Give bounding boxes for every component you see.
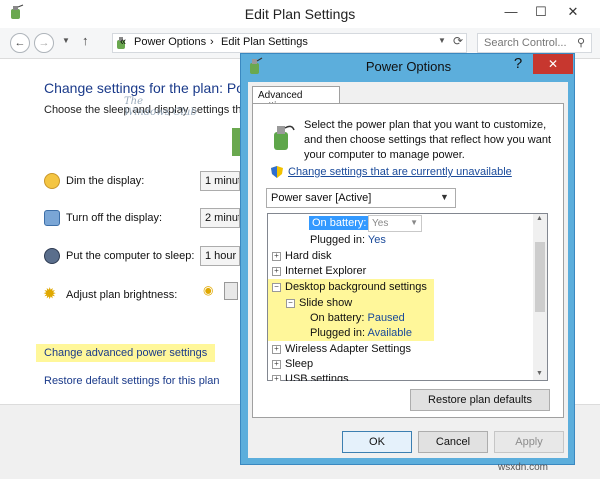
- tree-on-battery-label-selected[interactable]: On battery:: [309, 216, 370, 230]
- page-title: Change settings for the plan: Po: [44, 80, 245, 96]
- tree-item-usb[interactable]: + USB settings: [272, 373, 349, 381]
- watermark-line-1: The: [124, 96, 144, 107]
- collapse-minus-icon[interactable]: −: [272, 282, 281, 292]
- search-icon[interactable]: ⚲: [577, 36, 585, 49]
- sleep-moon-icon: [44, 248, 60, 264]
- display-off-icon: [44, 210, 60, 226]
- restore-default-settings-link[interactable]: Restore default settings for this plan: [44, 375, 219, 387]
- restore-plan-defaults-button[interactable]: Restore plan defaults: [410, 389, 550, 411]
- brightness-low-icon: ◉: [203, 283, 214, 297]
- on-battery-dropdown-value: Yes: [372, 218, 389, 229]
- tree-item-internet-explorer-label: Internet Explorer: [285, 265, 367, 277]
- turn-off-display-label: Turn off the display:: [66, 212, 162, 224]
- expand-plus-icon[interactable]: +: [272, 359, 281, 369]
- collapse-minus-icon[interactable]: −: [286, 298, 295, 308]
- tree-item-wireless-adapter-label: Wireless Adapter Settings: [285, 343, 411, 355]
- expand-plus-icon[interactable]: +: [272, 344, 281, 354]
- brightness-label: Adjust plan brightness:: [66, 289, 178, 301]
- recent-pages-chevron-icon[interactable]: ▼: [62, 36, 70, 45]
- tree-item-slide-show[interactable]: − Slide show: [286, 297, 352, 309]
- change-advanced-power-settings-link[interactable]: Change advanced power settings: [36, 344, 216, 362]
- tree-item-desktop-background[interactable]: − Desktop background settings: [272, 281, 427, 293]
- dim-display-icon: [44, 173, 60, 189]
- tree-item-hard-disk-label: Hard disk: [285, 250, 332, 262]
- tree-slide-plugged-value: Available: [367, 327, 412, 339]
- tree-plugged-in-label: Plugged in:: [310, 234, 366, 246]
- expand-plus-icon[interactable]: +: [272, 374, 281, 381]
- power-plug-icon: [270, 122, 296, 152]
- tab-advanced-settings[interactable]: Advanced settings: [252, 86, 340, 112]
- turn-off-display-dropdown[interactable]: 2 minut: [200, 208, 240, 228]
- apply-button[interactable]: Apply: [494, 431, 564, 453]
- on-battery-dropdown[interactable]: Yes ▼: [368, 215, 422, 232]
- tree-slide-on-battery-row[interactable]: On battery: Paused: [310, 312, 405, 324]
- breadcrumb-power-options[interactable]: Power Options: [134, 36, 206, 48]
- tree-plugged-in-value: Yes: [367, 234, 386, 246]
- battery-column-icon: [232, 128, 240, 156]
- dialog-description: Select the power plan that you want to c…: [304, 119, 552, 161]
- dialog-close-button[interactable]: ✕: [533, 54, 573, 74]
- brightness-sun-icon: ✹: [43, 286, 57, 303]
- tree-item-sleep-label: Sleep: [285, 358, 314, 370]
- watermark: The Windows Club: [124, 96, 197, 118]
- close-button[interactable]: ✕: [560, 2, 586, 22]
- dialog-help-button[interactable]: ?: [508, 55, 528, 72]
- maximize-button[interactable]: ☐: [528, 2, 554, 22]
- tree-slide-on-battery-value: Paused: [367, 312, 405, 324]
- uac-shield-icon: [270, 165, 284, 179]
- brightness-slider-thumb[interactable]: [224, 282, 238, 300]
- tree-item-hard-disk[interactable]: + Hard disk: [272, 250, 331, 262]
- tree-item-sleep[interactable]: + Sleep: [272, 358, 313, 370]
- dim-display-label: Dim the display:: [66, 175, 145, 187]
- power-plan-select[interactable]: Power saver [Active]: [266, 188, 456, 208]
- forward-arrow-icon[interactable]: →: [34, 33, 54, 53]
- expand-plus-icon[interactable]: +: [272, 251, 281, 261]
- change-unavailable-settings-link[interactable]: Change settings that are currently unava…: [288, 166, 512, 178]
- breadcrumb-root[interactable]: «: [120, 36, 126, 48]
- back-arrow-icon[interactable]: ←: [10, 33, 30, 53]
- minimize-button[interactable]: —: [498, 2, 524, 22]
- power-options-app-icon: [247, 57, 263, 75]
- tree-item-desktop-background-label: Desktop background settings: [285, 281, 427, 293]
- plan-select-chevron-down-icon[interactable]: ▼: [440, 192, 449, 202]
- tree-item-usb-label: USB settings: [285, 373, 349, 381]
- tree-plugged-in-row[interactable]: Plugged in: Yes: [310, 234, 386, 246]
- tree-slide-plugged-label: Plugged in:: [310, 327, 366, 339]
- sleep-dropdown[interactable]: 1 hour: [200, 246, 240, 266]
- cancel-button[interactable]: Cancel: [418, 431, 488, 453]
- refresh-icon[interactable]: ⟳: [453, 34, 463, 48]
- on-battery-chevron-down-icon: ▼: [410, 218, 418, 227]
- tree-item-internet-explorer[interactable]: + Internet Explorer: [272, 265, 366, 277]
- tree-slide-on-battery-label: On battery:: [310, 312, 365, 324]
- tree-scrollbar-thumb[interactable]: [535, 242, 545, 312]
- up-arrow-icon[interactable]: ↑: [82, 33, 89, 48]
- sleep-label: Put the computer to sleep:: [66, 250, 195, 262]
- expand-plus-icon[interactable]: +: [272, 266, 281, 276]
- scroll-up-chevron-icon[interactable]: ▲: [536, 215, 543, 222]
- tree-item-wireless-adapter[interactable]: + Wireless Adapter Settings: [272, 343, 411, 355]
- address-dropdown-chevron-icon[interactable]: ▼: [438, 36, 446, 45]
- dim-display-dropdown[interactable]: 1 minut: [200, 171, 240, 191]
- tree-item-slide-show-label: Slide show: [299, 297, 353, 309]
- site-credit: wsxdn.com: [498, 462, 549, 473]
- scroll-down-chevron-icon[interactable]: ▼: [536, 370, 543, 377]
- search-input[interactable]: Search Control...: [477, 33, 592, 53]
- breadcrumb-edit-plan[interactable]: Edit Plan Settings: [221, 36, 308, 48]
- ok-button[interactable]: OK: [342, 431, 412, 453]
- watermark-line-2: Windows Club: [124, 107, 197, 118]
- tree-slide-plugged-row[interactable]: Plugged in: Available: [310, 327, 412, 339]
- breadcrumb-separator: ›: [210, 36, 214, 48]
